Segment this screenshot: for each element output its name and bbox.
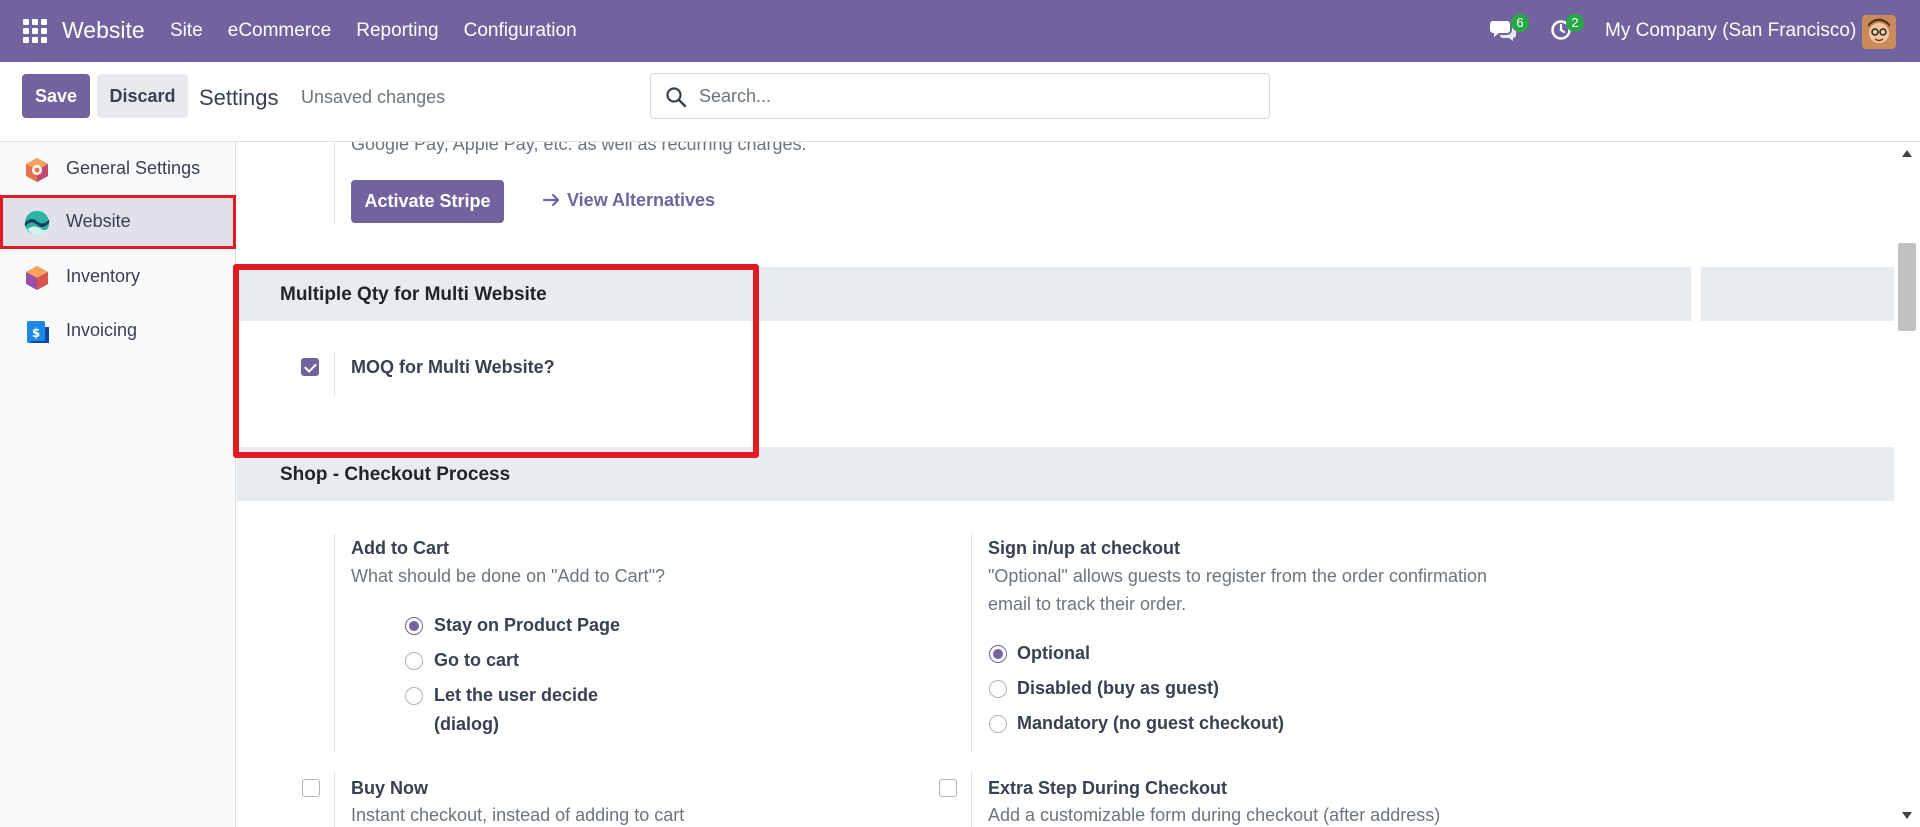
radio-stay-on-product-page[interactable] <box>405 617 423 635</box>
buy-now-description: Instant checkout, instead of adding to c… <box>351 805 685 825</box>
settings-content: Google Pay, Apple Pay, etc. as well as r… <box>237 142 1894 827</box>
menu-configuration[interactable]: Configuration <box>464 20 577 42</box>
search-box[interactable] <box>650 73 1270 119</box>
radio-disabled-guest[interactable] <box>989 680 1007 698</box>
radio-label[interactable]: Let the user decide <box>434 681 598 710</box>
radio-label[interactable]: Go to cart <box>434 646 519 675</box>
scroll-up-arrow-icon[interactable] <box>1902 150 1912 157</box>
view-alternatives-link[interactable]: View Alternatives <box>542 190 715 211</box>
website-icon <box>24 210 50 236</box>
invoicing-icon: $ <box>27 321 49 343</box>
sidebar-item-website[interactable]: Website <box>0 195 236 249</box>
moq-label: MOQ for Multi Website? <box>351 357 555 377</box>
menu-site[interactable]: Site <box>170 20 203 42</box>
radio-label[interactable]: Stay on Product Page <box>434 611 620 640</box>
sidebar-item-invoicing[interactable]: $ Invoicing <box>0 304 236 358</box>
company-switcher[interactable]: My Company (San Francisco) <box>1605 20 1856 42</box>
save-button[interactable]: Save <box>22 74 90 118</box>
radio-label[interactable]: Disabled (buy as guest) <box>1017 674 1219 703</box>
sidebar-item-label: General Settings <box>66 158 201 178</box>
sign-in-title: Sign in/up at checkout <box>988 538 1181 558</box>
scroll-thumb[interactable] <box>1898 243 1916 331</box>
scrollbar[interactable] <box>1894 142 1920 827</box>
messages-count-badge: 6 <box>1511 14 1529 32</box>
setting-divider <box>971 772 972 827</box>
section-header-multi-qty: Multiple Qty for Multi Website <box>237 267 1894 321</box>
discard-button[interactable]: Discard <box>97 74 188 118</box>
sign-in-description-line2: email to track their order. <box>988 594 1187 614</box>
app-name[interactable]: Website <box>62 17 145 44</box>
setting-divider <box>334 352 335 396</box>
sidebar-item-label: Website <box>66 211 131 231</box>
sidebar-item-inventory[interactable]: Inventory <box>0 250 236 304</box>
section-title: Shop - Checkout Process <box>280 464 511 485</box>
setting-divider <box>334 142 335 224</box>
extra-step-title: Extra Step During Checkout <box>988 778 1228 798</box>
arrow-right-icon <box>542 193 560 207</box>
page-title: Settings <box>199 85 279 110</box>
sidebar-item-general-settings[interactable]: General Settings <box>0 142 236 196</box>
app-grid-icon[interactable] <box>23 19 47 43</box>
inventory-icon <box>26 266 48 290</box>
search-icon <box>666 87 687 108</box>
radio-label-continued[interactable]: (dialog) <box>434 710 499 739</box>
sign-in-description-line1: "Optional" allows guests to register fro… <box>988 566 1487 586</box>
setting-divider <box>334 534 335 752</box>
radio-optional[interactable] <box>989 645 1007 663</box>
add-to-cart-description: What should be done on "Add to Cart"? <box>351 566 665 586</box>
add-to-cart-title: Add to Cart <box>351 538 449 558</box>
user-avatar[interactable] <box>1862 15 1896 49</box>
radio-mandatory[interactable] <box>989 715 1007 733</box>
extra-step-checkbox[interactable] <box>939 779 957 797</box>
sidebar-item-label: Inventory <box>66 266 141 286</box>
svg-text:$: $ <box>32 326 40 340</box>
radio-go-to-cart[interactable] <box>405 652 423 670</box>
control-panel: Save Discard Settings Unsaved changes <box>0 62 1920 142</box>
sidebar-item-label: Invoicing <box>66 320 138 340</box>
buy-now-title: Buy Now <box>351 778 429 798</box>
radio-label[interactable]: Optional <box>1017 639 1090 668</box>
menu-reporting[interactable]: Reporting <box>356 20 438 42</box>
main-menu: Site eCommerce Reporting Configuration <box>170 20 602 42</box>
settings-sidebar: General Settings Website Inventory $ Inv… <box>0 142 236 827</box>
moq-checkbox[interactable] <box>301 358 319 376</box>
payment-description: Google Pay, Apple Pay, etc. as well as r… <box>351 142 807 154</box>
layout-gap <box>1691 267 1701 593</box>
activate-stripe-button[interactable]: Activate Stripe <box>351 180 504 223</box>
unsaved-status: Unsaved changes <box>301 87 446 107</box>
setting-divider <box>971 534 972 752</box>
section-title: Multiple Qty for Multi Website <box>280 284 547 305</box>
radio-label[interactable]: Mandatory (no guest checkout) <box>1017 709 1284 738</box>
setting-divider <box>334 772 335 827</box>
activities-count-badge: 2 <box>1566 14 1584 32</box>
search-input[interactable] <box>699 82 1259 110</box>
menu-ecommerce[interactable]: eCommerce <box>228 20 331 42</box>
radio-let-user-decide[interactable] <box>405 687 423 705</box>
top-navbar: Website Site eCommerce Reporting Configu… <box>0 0 1920 62</box>
scroll-down-arrow-icon[interactable] <box>1902 812 1912 819</box>
section-header-checkout: Shop - Checkout Process <box>237 447 1894 501</box>
buy-now-checkbox[interactable] <box>302 779 320 797</box>
extra-step-description: Add a customizable form during checkout … <box>988 805 1441 825</box>
odoo-icon <box>26 158 48 182</box>
